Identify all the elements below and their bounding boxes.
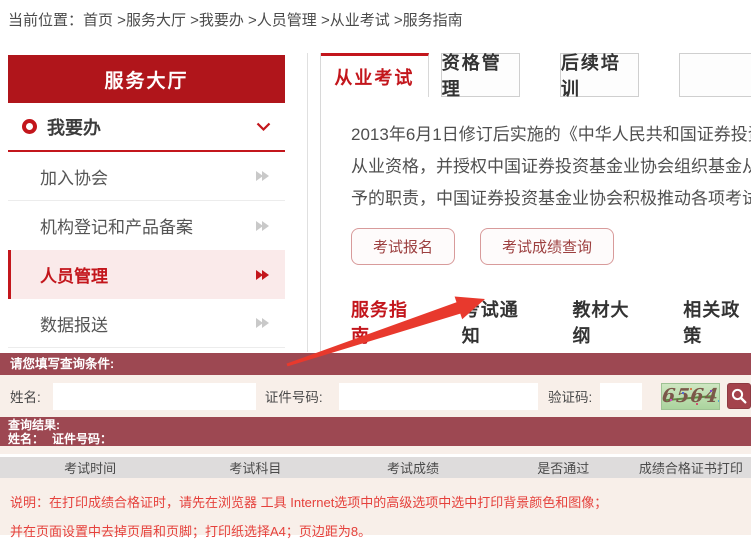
sidebar-menu-toggle[interactable]: 我要办: [8, 103, 285, 152]
query-title-bar: 请您填写查询条件:: [0, 353, 751, 375]
exam-score-query-button[interactable]: 考试成绩查询: [480, 228, 614, 265]
print-note-2: 并在页面设置中去掉页眉和页脚；打印纸选择A4；页边距为8。: [10, 521, 741, 540]
sidebar-item-label: 加入协会: [40, 164, 108, 189]
sidebar-item-data-reporting[interactable]: 数据报送: [8, 299, 285, 348]
sidebar-item-label: 人员管理: [40, 262, 108, 287]
sidebar-item-personnel-management[interactable]: 人员管理: [8, 250, 285, 299]
query-form: 姓名: 证件号码: 验证码: 6564: [0, 375, 751, 417]
subnav: 服务指南 考试通知 教材大纲 相关政策: [351, 296, 751, 348]
captcha-image[interactable]: 6564: [661, 383, 719, 410]
tab-qualification-management[interactable]: 资格管理: [441, 53, 520, 97]
result-empty-row: [0, 446, 751, 454]
results-table-header: 考试时间 考试科目 考试成绩 是否通过 成绩合格证书打印: [0, 457, 751, 478]
content-panel: 从业考试 资格管理 后续培训 2013年6月1日修订后实施的《中华人民共和国证券…: [320, 53, 751, 352]
sidebar: 服务大厅 我要办 加入协会 机构登记和产品备案 人员管理 数据报送: [8, 55, 285, 348]
intro-line: 予的职责，中国证券投资基金业协会积极推动各项考试筹备: [351, 183, 751, 215]
breadcrumb: 当前位置：首页 >服务大厅 >我要办 >人员管理 >从业考试 >服务指南: [8, 9, 463, 30]
exam-register-button[interactable]: 考试报名: [351, 228, 455, 265]
tab-continuing-training[interactable]: 后续培训: [560, 53, 639, 97]
double-arrow-icon: [256, 171, 269, 181]
sidebar-header: 服务大厅: [8, 55, 285, 103]
captcha-digits: 6564: [661, 385, 719, 407]
double-arrow-icon: [256, 221, 269, 231]
sidebar-item-join-association[interactable]: 加入协会: [8, 152, 285, 201]
double-arrow-icon: [256, 270, 269, 280]
subnav-textbook-outline[interactable]: 教材大纲: [573, 296, 648, 348]
result-name-label: 姓名：: [8, 432, 44, 446]
name-input[interactable]: [53, 383, 256, 410]
header-cell-exam-score: 考试成绩: [330, 458, 495, 477]
name-label: 姓名:: [10, 386, 41, 406]
captcha-input[interactable]: [600, 383, 642, 410]
main-layout: 服务大厅 我要办 加入协会 机构登记和产品备案 人员管理 数据报送 从: [0, 53, 751, 353]
breadcrumb-path[interactable]: 首页 >服务大厅 >我要办 >人员管理 >从业考试 >服务指南: [83, 12, 463, 29]
magnifier-icon: [731, 388, 747, 404]
bullet-ring-icon: [22, 119, 37, 134]
intro-line: 从业资格，并授权中国证券投资基金业协会组织基金从业人: [351, 151, 751, 183]
double-arrow-icon: [256, 318, 269, 328]
vertical-divider: [307, 53, 308, 352]
subnav-service-guide[interactable]: 服务指南: [351, 296, 426, 348]
tab-bar: 从业考试 资格管理 后续培训: [321, 53, 751, 97]
print-notes: 说明：在打印成绩合格证时，请先在浏览器 工具 Internet选项中的高级选项中…: [0, 478, 751, 535]
breadcrumb-prefix: 当前位置：: [8, 12, 83, 29]
result-bar: 查询结果: 姓名： 证件号码：: [0, 417, 751, 446]
tab-practitioner-exam[interactable]: 从业考试: [321, 53, 429, 97]
chevron-down-icon: [256, 122, 271, 132]
result-title: 查询结果:: [8, 419, 751, 432]
header-cell-exam-time: 考试时间: [0, 458, 180, 477]
header-cell-pass-status: 是否通过: [496, 458, 631, 477]
sidebar-menu-title: 我要办: [47, 114, 101, 140]
print-note-1: 说明：在打印成绩合格证时，请先在浏览器 工具 Internet选项中的高级选项中…: [10, 492, 741, 511]
intro-paragraph: 2013年6月1日修订后实施的《中华人民共和国证券投资基金 从业资格，并授权中国…: [351, 119, 751, 215]
subnav-related-policy[interactable]: 相关政策: [683, 296, 751, 348]
result-id-label: 证件号码：: [52, 432, 112, 446]
sidebar-item-org-registration[interactable]: 机构登记和产品备案: [8, 201, 285, 250]
header-cell-exam-subject: 考试科目: [180, 458, 330, 477]
sidebar-item-label: 机构登记和产品备案: [40, 213, 193, 238]
header-cell-certificate-print: 成绩合格证书打印: [631, 458, 751, 477]
id-number-label: 证件号码:: [265, 386, 323, 406]
captcha-label: 验证码:: [548, 386, 592, 406]
id-number-input[interactable]: [339, 383, 538, 410]
query-section: 请您填写查询条件: 姓名: 证件号码: 验证码: 6564 查询结果: 姓名： 证…: [0, 353, 751, 535]
search-button[interactable]: [727, 383, 751, 409]
tab-partial[interactable]: [679, 53, 751, 97]
sidebar-item-label: 数据报送: [40, 311, 108, 336]
subnav-exam-notice[interactable]: 考试通知: [462, 296, 537, 348]
intro-line: 2013年6月1日修订后实施的《中华人民共和国证券投资基金: [351, 119, 751, 151]
